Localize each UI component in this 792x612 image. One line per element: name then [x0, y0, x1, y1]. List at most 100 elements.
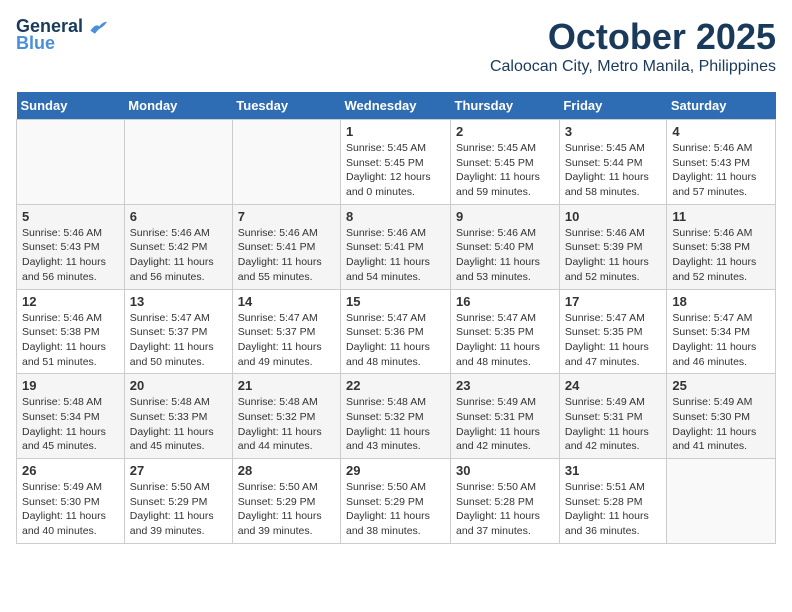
day-info: Sunrise: 5:48 AM Sunset: 5:34 PM Dayligh… — [22, 395, 119, 454]
calendar-cell: 30Sunrise: 5:50 AM Sunset: 5:28 PM Dayli… — [451, 459, 560, 544]
calendar-cell — [17, 120, 125, 205]
day-info: Sunrise: 5:46 AM Sunset: 5:40 PM Dayligh… — [456, 226, 554, 285]
calendar-cell: 4 Sunrise: 5:46 AM Sunset: 5:43 PM Daylig… — [667, 120, 776, 205]
day-info: Sunrise: 5:50 AM Sunset: 5:29 PM Dayligh… — [130, 480, 227, 539]
calendar-cell: 19 Sunrise: 5:48 AM Sunset: 5:34 PM Dayli… — [17, 374, 125, 459]
calendar-cell — [667, 459, 776, 544]
day-number: 14 — [238, 294, 335, 309]
calendar-cell: 15 Sunrise: 5:47 AM Sunset: 5:36 PM Dayli… — [341, 289, 451, 374]
calendar-cell: 13Sunrise: 5:47 AM Sunset: 5:37 PM Dayli… — [124, 289, 232, 374]
week-row-4: 19 Sunrise: 5:48 AM Sunset: 5:34 PM Dayli… — [17, 374, 776, 459]
week-row-1: 1 Sunrise: 5:45 AM Sunset: 5:45 PM Daylig… — [17, 120, 776, 205]
day-info: Sunrise: 5:48 AM Sunset: 5:32 PM Dayligh… — [346, 395, 445, 454]
day-number: 17 — [565, 294, 662, 309]
day-number: 7 — [238, 209, 335, 224]
calendar-cell: 12 Sunrise: 5:46 AM Sunset: 5:38 PM Dayli… — [17, 289, 125, 374]
calendar-cell: 26 Sunrise: 5:49 AM Sunset: 5:30 PM Dayli… — [17, 459, 125, 544]
calendar-cell: 20 Sunrise: 5:48 AM Sunset: 5:33 PM Dayli… — [124, 374, 232, 459]
day-number: 23 — [456, 378, 554, 393]
day-info: Sunrise: 5:46 AM Sunset: 5:43 PM Dayligh… — [22, 226, 119, 285]
day-number: 10 — [565, 209, 662, 224]
col-header-wednesday: Wednesday — [341, 92, 451, 120]
col-header-tuesday: Tuesday — [232, 92, 340, 120]
calendar-cell: 11 Sunrise: 5:46 AM Sunset: 5:38 PM Dayli… — [667, 204, 776, 289]
day-info: Sunrise: 5:46 AM Sunset: 5:38 PM Dayligh… — [22, 311, 119, 370]
calendar-cell: 25Sunrise: 5:49 AM Sunset: 5:30 PM Dayli… — [667, 374, 776, 459]
week-row-5: 26 Sunrise: 5:49 AM Sunset: 5:30 PM Dayli… — [17, 459, 776, 544]
day-number: 19 — [22, 378, 119, 393]
day-info: Sunrise: 5:51 AM Sunset: 5:28 PM Dayligh… — [565, 480, 662, 539]
calendar-cell: 7 Sunrise: 5:46 AM Sunset: 5:41 PM Daylig… — [232, 204, 340, 289]
day-info: Sunrise: 5:47 AM Sunset: 5:36 PM Dayligh… — [346, 311, 445, 370]
day-number: 15 — [346, 294, 445, 309]
day-info: Sunrise: 5:47 AM Sunset: 5:35 PM Dayligh… — [456, 311, 554, 370]
day-info: Sunrise: 5:45 AM Sunset: 5:45 PM Dayligh… — [456, 141, 554, 200]
calendar-cell: 2 Sunrise: 5:45 AM Sunset: 5:45 PM Daylig… — [451, 120, 560, 205]
calendar-cell: 18 Sunrise: 5:47 AM Sunset: 5:34 PM Dayli… — [667, 289, 776, 374]
day-info: Sunrise: 5:48 AM Sunset: 5:33 PM Dayligh… — [130, 395, 227, 454]
day-info: Sunrise: 5:49 AM Sunset: 5:30 PM Dayligh… — [672, 395, 770, 454]
col-header-sunday: Sunday — [17, 92, 125, 120]
col-header-friday: Friday — [559, 92, 667, 120]
calendar-cell: 6 Sunrise: 5:46 AM Sunset: 5:42 PM Daylig… — [124, 204, 232, 289]
day-number: 18 — [672, 294, 770, 309]
col-header-saturday: Saturday — [667, 92, 776, 120]
day-info: Sunrise: 5:46 AM Sunset: 5:41 PM Dayligh… — [346, 226, 445, 285]
calendar-cell: 29 Sunrise: 5:50 AM Sunset: 5:29 PM Dayli… — [341, 459, 451, 544]
calendar-cell: 21 Sunrise: 5:48 AM Sunset: 5:32 PM Dayli… — [232, 374, 340, 459]
day-info: Sunrise: 5:45 AM Sunset: 5:45 PM Dayligh… — [346, 141, 445, 200]
day-info: Sunrise: 5:46 AM Sunset: 5:42 PM Dayligh… — [130, 226, 227, 285]
day-info: Sunrise: 5:47 AM Sunset: 5:37 PM Dayligh… — [130, 311, 227, 370]
day-info: Sunrise: 5:46 AM Sunset: 5:43 PM Dayligh… — [672, 141, 770, 200]
day-number: 4 — [672, 124, 770, 139]
day-info: Sunrise: 5:47 AM Sunset: 5:35 PM Dayligh… — [565, 311, 662, 370]
day-number: 27 — [130, 463, 227, 478]
week-row-3: 12 Sunrise: 5:46 AM Sunset: 5:38 PM Dayli… — [17, 289, 776, 374]
calendar-cell: 17 Sunrise: 5:47 AM Sunset: 5:35 PM Dayli… — [559, 289, 667, 374]
logo: General Blue — [16, 16, 107, 54]
day-number: 2 — [456, 124, 554, 139]
day-number: 11 — [672, 209, 770, 224]
day-info: Sunrise: 5:48 AM Sunset: 5:32 PM Dayligh… — [238, 395, 335, 454]
day-number: 22 — [346, 378, 445, 393]
day-info: Sunrise: 5:49 AM Sunset: 5:31 PM Dayligh… — [456, 395, 554, 454]
calendar-cell: 8 Sunrise: 5:46 AM Sunset: 5:41 PM Daylig… — [341, 204, 451, 289]
day-info: Sunrise: 5:46 AM Sunset: 5:41 PM Dayligh… — [238, 226, 335, 285]
day-number: 29 — [346, 463, 445, 478]
calendar-cell: 16 Sunrise: 5:47 AM Sunset: 5:35 PM Dayli… — [451, 289, 560, 374]
day-info: Sunrise: 5:49 AM Sunset: 5:30 PM Dayligh… — [22, 480, 119, 539]
calendar-table: SundayMondayTuesdayWednesdayThursdayFrid… — [16, 92, 776, 544]
day-number: 1 — [346, 124, 445, 139]
week-row-2: 5 Sunrise: 5:46 AM Sunset: 5:43 PM Daylig… — [17, 204, 776, 289]
calendar-cell: 3 Sunrise: 5:45 AM Sunset: 5:44 PM Daylig… — [559, 120, 667, 205]
day-info: Sunrise: 5:46 AM Sunset: 5:38 PM Dayligh… — [672, 226, 770, 285]
day-number: 8 — [346, 209, 445, 224]
day-number: 26 — [22, 463, 119, 478]
day-number: 24 — [565, 378, 662, 393]
day-info: Sunrise: 5:47 AM Sunset: 5:34 PM Dayligh… — [672, 311, 770, 370]
day-info: Sunrise: 5:49 AM Sunset: 5:31 PM Dayligh… — [565, 395, 662, 454]
calendar-cell: 28Sunrise: 5:50 AM Sunset: 5:29 PM Dayli… — [232, 459, 340, 544]
day-number: 16 — [456, 294, 554, 309]
day-number: 12 — [22, 294, 119, 309]
day-info: Sunrise: 5:50 AM Sunset: 5:28 PM Dayligh… — [456, 480, 554, 539]
calendar-cell: 5 Sunrise: 5:46 AM Sunset: 5:43 PM Daylig… — [17, 204, 125, 289]
day-info: Sunrise: 5:50 AM Sunset: 5:29 PM Dayligh… — [346, 480, 445, 539]
calendar-cell: 22 Sunrise: 5:48 AM Sunset: 5:32 PM Dayli… — [341, 374, 451, 459]
day-number: 9 — [456, 209, 554, 224]
calendar-cell: 27 Sunrise: 5:50 AM Sunset: 5:29 PM Dayli… — [124, 459, 232, 544]
title-section: October 2025 Caloocan City, Metro Manila… — [490, 16, 776, 76]
day-info: Sunrise: 5:45 AM Sunset: 5:44 PM Dayligh… — [565, 141, 662, 200]
day-number: 5 — [22, 209, 119, 224]
calendar-cell: 14Sunrise: 5:47 AM Sunset: 5:37 PM Dayli… — [232, 289, 340, 374]
month-title: October 2025 — [490, 16, 776, 58]
day-number: 20 — [130, 378, 227, 393]
day-number: 3 — [565, 124, 662, 139]
calendar-cell — [232, 120, 340, 205]
calendar-cell: 31 Sunrise: 5:51 AM Sunset: 5:28 PM Dayli… — [559, 459, 667, 544]
day-number: 31 — [565, 463, 662, 478]
day-info: Sunrise: 5:50 AM Sunset: 5:29 PM Dayligh… — [238, 480, 335, 539]
col-header-monday: Monday — [124, 92, 232, 120]
day-number: 21 — [238, 378, 335, 393]
day-number: 6 — [130, 209, 227, 224]
